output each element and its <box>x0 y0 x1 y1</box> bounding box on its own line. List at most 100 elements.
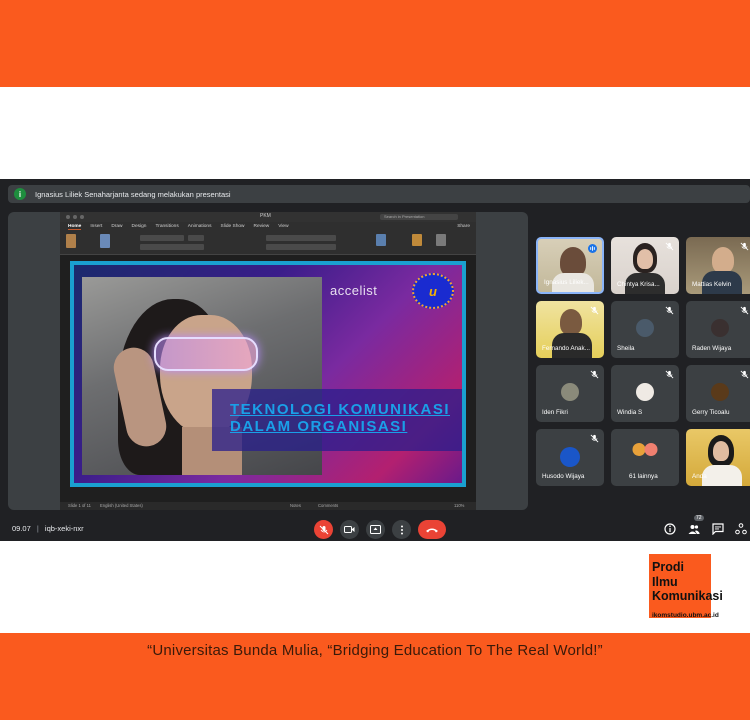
tab-transitions[interactable]: Transitions <box>155 224 178 229</box>
presenting-banner: i Ignasius Liliek Senaharjanta sedang me… <box>8 185 750 203</box>
tagline: “Universitas Bunda Mulia, “Bridging Educ… <box>147 642 603 659</box>
avatar <box>636 383 654 401</box>
participant-name: Raden Wijaya <box>692 345 732 352</box>
others-tile[interactable]: 61 lainnya <box>611 429 679 486</box>
meeting-time: 09.07 <box>12 524 31 533</box>
self-tile[interactable]: Anda <box>686 429 750 486</box>
end-call-button[interactable] <box>418 520 446 539</box>
arrange-button[interactable] <box>412 234 422 246</box>
ubm-logo: u <box>412 273 454 309</box>
prodi-line3: Komunikasi <box>652 589 723 603</box>
participant-name: Iden Fikri <box>542 409 568 416</box>
participant-name: Gerry Ticoalu <box>692 409 730 416</box>
ppt-status-bar: Slide 1 of 11 English (United States) No… <box>60 502 476 510</box>
prodi-line1: Prodi <box>652 560 684 574</box>
participant-tile[interactable]: Ignasius Liliek... <box>536 237 604 294</box>
presenting-banner-text: Ignasius Liliek Senaharjanta sedang mela… <box>35 189 231 199</box>
participant-tile[interactable]: Raden Wijaya <box>686 301 750 358</box>
slide-title-line2: DALAM ORGANISASI <box>230 418 408 435</box>
participant-name: Fernando Anak... <box>542 345 590 352</box>
slide-title-line1: TEKNOLOGI KOMUNIKASI <box>230 401 450 418</box>
prodi-label: Prodi Ilmu Komunikasi <box>652 560 723 604</box>
participant-name: Anda <box>692 473 707 480</box>
slide-canvas: accelist u TEKNOLOGI KOMUNIKASI DALAM OR… <box>60 255 476 502</box>
chat-icon[interactable] <box>712 523 724 535</box>
mic-off-icon <box>590 370 599 379</box>
tab-home[interactable]: Home <box>68 224 82 230</box>
participant-tile[interactable]: Fernando Anak... <box>536 301 604 358</box>
photo-vr-glasses <box>154 337 258 371</box>
post-page: i Ignasius Liliek Senaharjanta sedang me… <box>0 0 750 720</box>
participant-tile[interactable]: Gerry Ticoalu <box>686 365 750 422</box>
camera-toggle-button[interactable] <box>340 520 359 539</box>
avatar <box>711 319 729 337</box>
mic-off-icon <box>590 434 599 443</box>
meet-bottom-bar: 09.07 | iqb-xeki-nxr 72 <box>0 515 750 541</box>
slide-title-box: TEKNOLOGI KOMUNIKASI DALAM ORGANISASI <box>212 389 462 451</box>
presentation-panel[interactable]: PKM Search in Presentation Home Insert D… <box>8 212 528 510</box>
participant-tile[interactable]: Sheila <box>611 301 679 358</box>
window-controls[interactable] <box>66 215 84 219</box>
prodi-url: ikomstudio.ubm.ac.id <box>652 612 719 619</box>
more-vert-icon <box>400 525 403 534</box>
tab-insert[interactable]: Insert <box>90 224 102 229</box>
mic-off-icon <box>740 370 749 379</box>
activities-icon[interactable] <box>735 523 747 535</box>
font-size-select[interactable] <box>188 235 204 241</box>
participant-name: Chintya Krisa... <box>617 281 660 288</box>
share-button[interactable]: Share <box>457 224 470 229</box>
mic-off-icon <box>590 306 599 315</box>
paste-button[interactable] <box>66 234 76 248</box>
ppt-title-bar: PKM Search in Presentation <box>60 212 476 222</box>
ppt-ribbon-toolbar <box>60 231 476 255</box>
avatar <box>636 319 654 337</box>
alignment-buttons[interactable] <box>266 244 336 250</box>
hang-up-icon <box>426 528 438 532</box>
participant-name: Sheila <box>617 345 635 352</box>
tab-slide-show[interactable]: Slide Show <box>221 224 245 229</box>
meeting-info: 09.07 | iqb-xeki-nxr <box>12 524 84 533</box>
participant-name: Windia S <box>617 409 643 416</box>
info-icon: i <box>14 188 26 200</box>
participant-name: Husodo Wijaya <box>542 473 585 480</box>
format-buttons[interactable] <box>140 244 204 250</box>
participant-tile[interactable]: Iden Fikri <box>536 365 604 422</box>
participant-tile[interactable]: Chintya Krisa... <box>611 237 679 294</box>
tab-view[interactable]: View <box>278 224 288 229</box>
more-options-button[interactable] <box>392 520 411 539</box>
tab-animations[interactable]: Animations <box>188 224 212 229</box>
present-button[interactable] <box>366 520 385 539</box>
top-orange-band <box>0 0 750 87</box>
zoom-level[interactable]: 110% <box>454 503 464 508</box>
mic-toggle-button[interactable] <box>314 520 333 539</box>
quick-styles-button[interactable] <box>436 234 446 246</box>
participant-tile[interactable]: Mattias Kelvin <box>686 237 750 294</box>
paragraph-buttons[interactable] <box>266 235 336 241</box>
ppt-file-name: PKM <box>260 213 271 219</box>
speaking-indicator-icon <box>588 244 597 253</box>
mic-off-icon <box>740 306 749 315</box>
slide-count: Slide 1 of 11 <box>68 503 91 508</box>
comments-button[interactable]: Comments <box>318 503 338 508</box>
ppt-search-input[interactable]: Search in Presentation <box>380 214 458 220</box>
tab-review[interactable]: Review <box>254 224 270 229</box>
meet-screenshot: i Ignasius Liliek Senaharjanta sedang me… <box>0 179 750 541</box>
font-name-select[interactable] <box>140 235 184 241</box>
meeting-separator: | <box>36 524 39 533</box>
new-slide-button[interactable] <box>100 234 110 248</box>
participant-tile[interactable]: Husodo Wijaya <box>536 429 604 486</box>
tab-draw[interactable]: Draw <box>111 224 122 229</box>
mic-off-icon <box>665 306 674 315</box>
slide: accelist u TEKNOLOGI KOMUNIKASI DALAM OR… <box>70 261 466 487</box>
mic-off-icon <box>740 242 749 251</box>
picture-button[interactable] <box>376 234 386 246</box>
participant-tile[interactable]: Windia S <box>611 365 679 422</box>
notes-button[interactable]: Notes <box>290 503 301 508</box>
mic-off-icon <box>319 525 328 534</box>
avatar <box>711 383 729 401</box>
participant-count-badge: 72 <box>694 515 704 521</box>
people-icon[interactable] <box>688 523 700 535</box>
tab-design[interactable]: Design <box>132 224 147 229</box>
powerpoint-window: PKM Search in Presentation Home Insert D… <box>60 212 476 510</box>
info-icon[interactable] <box>664 523 676 535</box>
